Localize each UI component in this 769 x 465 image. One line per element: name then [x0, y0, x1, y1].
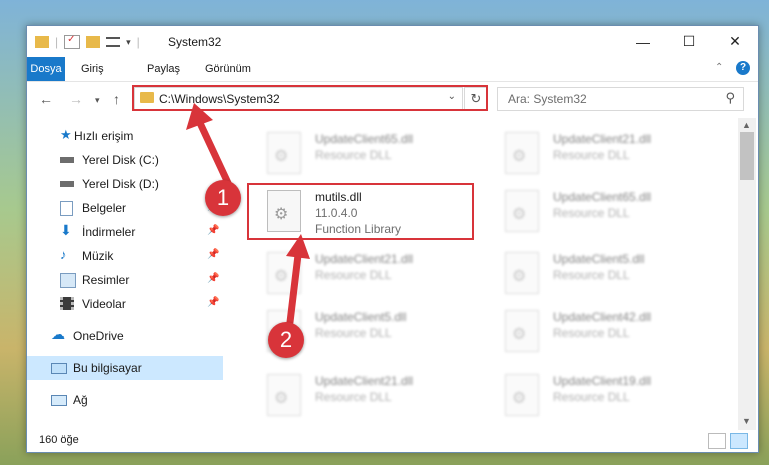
callout-badge-2: 2	[268, 322, 304, 358]
callout-badge-1: 1	[205, 180, 241, 216]
arrow-2	[286, 234, 310, 326]
arrow-1	[186, 103, 232, 187]
annotation-arrows	[186, 103, 310, 326]
